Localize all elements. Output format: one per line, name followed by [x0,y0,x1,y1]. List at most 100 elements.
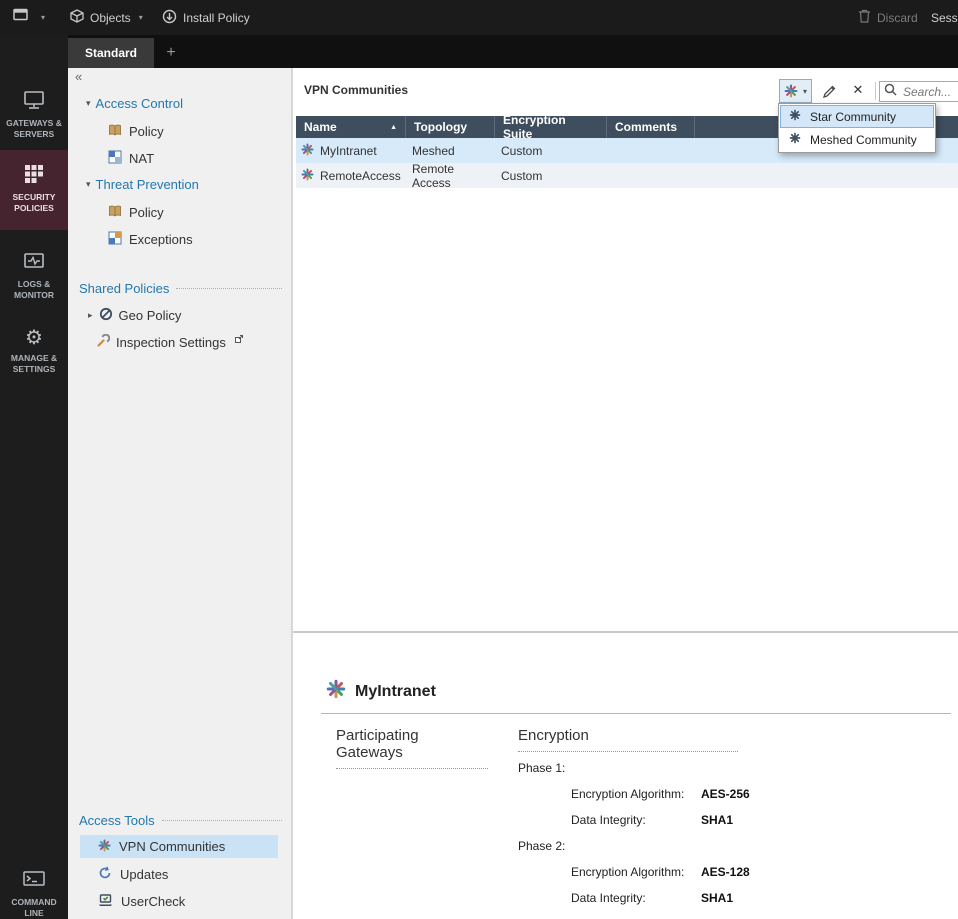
tab-standard-label: Standard [85,46,138,60]
sidebar-item-manage-settings[interactable]: ⚙ MANAGE & SETTINGS [0,328,68,375]
phase2-encryption-row: Encryption Algorithm: AES-128 [571,865,750,879]
menu-item-meshed-community[interactable]: Meshed Community [780,128,934,151]
phase1-integrity-value: SHA1 [701,813,734,827]
cell-name: MyIntranet [320,143,377,158]
phase2-integrity-value: SHA1 [701,891,734,905]
primary-sidebar: GATEWAYS & SERVERS SECURITY POLICIES LOG… [0,35,68,919]
nav-item-nat[interactable]: NAT [108,150,154,167]
gear-icon: ⚙ [25,327,43,349]
nat-grid-icon [108,150,122,167]
details-panel: MyIntranet Participating Gateways Encryp… [293,633,958,919]
nav-section-threat-prevention[interactable]: ▾ Threat Prevention [86,177,199,192]
chevron-down-icon: ▾ [138,13,143,22]
nav-item-label: Updates [120,867,169,882]
nav-item-access-policy[interactable]: Policy [108,123,164,140]
phase2-algorithm-value: AES-128 [701,865,750,879]
vpn-community-star-icon [326,679,346,704]
nav-header-access-tools: Access Tools [79,813,282,828]
sidebar-item-command-line[interactable]: COMMAND LINE [0,871,68,919]
nav-item-label: Exceptions [129,232,193,247]
details-title: MyIntranet [355,682,436,700]
search-icon [884,83,897,101]
objects-label: Objects [90,10,131,25]
app-menu-icon [13,8,33,27]
pencil-icon [822,85,835,98]
table-row-remoteaccess[interactable]: RemoteAccess Remote Access Custom [296,161,958,190]
book-icon [108,204,122,221]
column-header-encryption-suite[interactable]: Encryption Suite [495,113,607,141]
nav-item-label: UserCheck [121,894,186,909]
phase1-encryption-row: Encryption Algorithm: AES-256 [571,787,750,801]
refresh-icon [98,866,112,883]
session-button[interactable]: Sessi [931,0,958,35]
tab-standard[interactable]: Standard [68,38,155,68]
exceptions-grid-icon [108,231,122,248]
monitor-icon [23,90,45,113]
sidebar-item-logs-monitor[interactable]: LOGS & MONITOR [0,251,68,301]
header-label: Shared Policies [79,281,170,296]
discard-label: Discard [877,10,918,25]
sidebar-label: SECURITY POLICIES [12,192,56,213]
geo-policy-icon [99,307,113,324]
nav-item-label: NAT [129,151,155,166]
cell-suite: Custom [501,168,543,183]
nav-item-label: Geo Policy [118,308,182,323]
nav-item-label: VPN Communities [119,839,226,854]
menu-item-star-community[interactable]: Star Community [780,105,934,128]
nav-header-shared-policies: Shared Policies [79,281,282,296]
app-menu-button[interactable]: ▾ [13,0,45,35]
install-policy-label: Install Policy [183,10,250,25]
new-tab-button[interactable]: + [154,38,188,68]
participating-gateways-header: Participating Gateways [336,727,488,769]
search-input[interactable] [901,83,958,100]
edit-button[interactable] [817,81,841,101]
nav-item-label: Policy [129,124,164,139]
terminal-icon [23,871,45,892]
nav-item-vpn-communities[interactable]: VPN Communities [80,835,278,858]
phase2-label: Phase 2: [518,839,566,853]
column-header-topology[interactable]: Topology [406,116,495,138]
nav-item-exceptions[interactable]: Exceptions [108,231,193,248]
header-label: Access Tools [79,813,155,828]
nav-item-threat-policy[interactable]: Policy [108,204,164,221]
sort-ascending-icon: ▲ [390,123,397,131]
install-policy-button[interactable]: Install Policy [162,0,250,35]
sidebar-item-gateways-servers[interactable]: GATEWAYS & SERVERS [0,90,68,140]
cell-topology: Meshed [412,143,455,158]
cell-topology: Remote Access [412,161,455,190]
new-community-button[interactable]: ▾ [779,79,812,103]
chevron-down-icon: ▾ [802,86,807,96]
nav-item-geo-policy[interactable]: ▸ Geo Policy [88,307,181,324]
session-label: Sessi [931,10,958,25]
section-label: Threat Prevention [95,177,199,192]
column-header-comments[interactable]: Comments [607,116,695,138]
phase1-integrity-row: Data Integrity: SHA1 [571,813,734,827]
nav-item-inspection-settings[interactable]: Inspection Settings [96,331,243,351]
sidebar-item-security-policies[interactable]: SECURITY POLICIES [0,150,68,230]
pane-title: VPN Communities [304,83,409,97]
objects-button[interactable]: Objects ▾ [70,0,143,35]
delete-button[interactable]: ✕ [847,80,869,100]
sidebar-label: COMMAND LINE [11,897,57,918]
column-header-name[interactable]: Name ▲ [296,116,406,138]
discard-button[interactable]: Discard [858,0,918,35]
wrench-icon [96,333,111,351]
nav-item-usercheck[interactable]: UserCheck [80,890,278,913]
sidebar-label: GATEWAYS & SERVERS [6,118,62,139]
external-link-icon [234,331,243,346]
sidebar-label: MANAGE & SETTINGS [10,353,58,374]
vpn-community-star-icon [301,142,314,159]
close-icon: ✕ [852,82,864,97]
monitor-pulse-icon [23,251,45,274]
meshed-community-icon [789,132,801,147]
nav-item-updates[interactable]: Updates [80,863,278,886]
collapse-panel-button[interactable]: « [75,69,82,84]
nav-section-access-control[interactable]: ▾ Access Control [86,96,183,111]
phase2-integrity-row: Data Integrity: SHA1 [571,891,734,905]
chevron-down-icon: ▾ [41,13,46,22]
encryption-header: Encryption [518,727,738,752]
toolbar-divider [875,82,876,100]
cell-suite: Custom [501,143,543,158]
details-divider [321,713,951,714]
chevron-down-icon: ▾ [86,179,91,189]
